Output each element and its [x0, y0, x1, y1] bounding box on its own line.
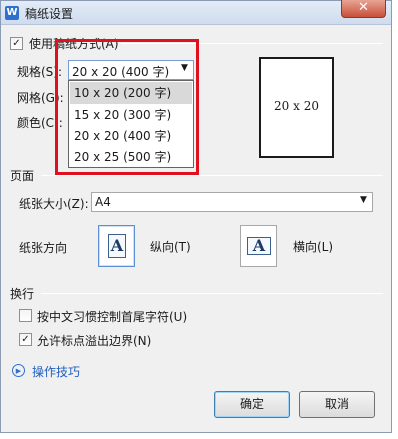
line-break-section-heading: 换行 — [10, 287, 35, 301]
title-bar[interactable]: W 稿纸设置 — [1, 1, 391, 25]
grid-preview: 20 x 20 — [259, 57, 334, 158]
ok-button[interactable]: 确定 — [214, 391, 290, 418]
grid-preview-text: 20 x 20 — [274, 99, 319, 113]
line-break-group-separator — [41, 293, 383, 294]
allow-punctuation-overflow-checkbox[interactable]: ✓ — [19, 333, 32, 346]
paper-size-label: 纸张大小(Z): — [19, 197, 89, 211]
page-section-heading: 页面 — [10, 169, 35, 183]
window-title: 稿纸设置 — [25, 7, 74, 21]
landscape-page-icon: A — [247, 237, 271, 255]
portrait-page-icon: A — [108, 234, 126, 258]
highlight-frame — [55, 39, 199, 175]
paper-size-value: A4 — [95, 195, 111, 209]
paper-size-select[interactable]: A4 ▼ — [91, 192, 373, 212]
orientation-label: 纸张方向 — [19, 241, 68, 255]
chevron-down-icon[interactable]: ▼ — [360, 195, 367, 205]
landscape-orientation-button[interactable]: A — [240, 225, 277, 267]
checkmark-icon: ✓ — [12, 38, 21, 49]
play-circle-icon[interactable]: ▶ — [12, 364, 25, 377]
control-first-last-chars-label[interactable]: 按中文习惯控制首尾字符(U) — [37, 308, 187, 325]
cancel-button[interactable]: 取消 — [299, 391, 375, 418]
tips-link[interactable]: 操作技巧 — [32, 363, 80, 380]
dialog-window: W 稿纸设置 ✓ 使用稿纸方式(A) 规格(S): 网格(G): 颜色(C): … — [0, 0, 392, 433]
control-first-last-chars-checkbox[interactable] — [19, 309, 32, 322]
close-icon[interactable]: ✕ — [341, 0, 386, 18]
portrait-label[interactable]: 纵向(T) — [150, 238, 191, 255]
checkmark-icon: ✓ — [21, 334, 30, 345]
wps-app-icon: W — [5, 6, 19, 20]
landscape-label[interactable]: 横向(L) — [293, 238, 333, 255]
portrait-orientation-button[interactable]: A — [98, 225, 135, 267]
use-grid-checkbox[interactable]: ✓ — [10, 37, 23, 50]
allow-punctuation-overflow-label[interactable]: 允许标点溢出边界(N) — [37, 332, 151, 349]
page-group-separator — [41, 175, 383, 176]
